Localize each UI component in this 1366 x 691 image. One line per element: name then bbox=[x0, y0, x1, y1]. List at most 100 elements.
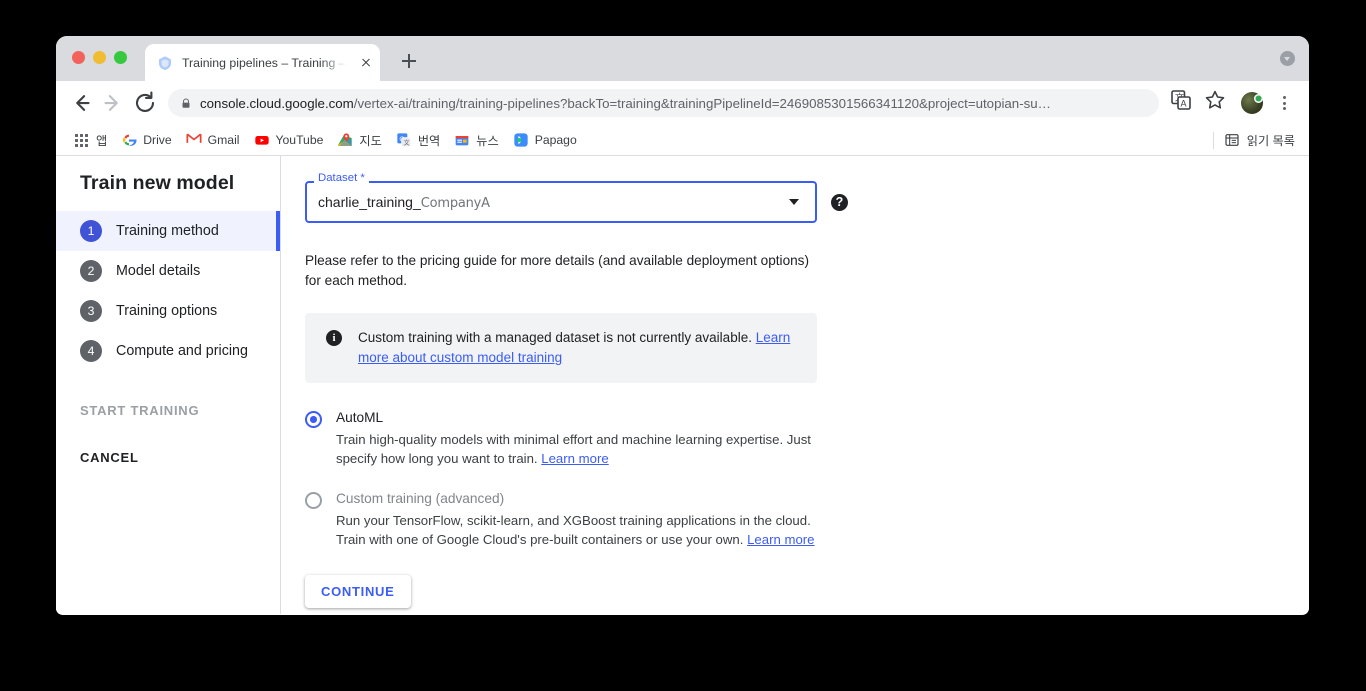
step-label: Training method bbox=[116, 223, 219, 239]
option-custom-training-body: Custom training (advanced) Run your Tens… bbox=[336, 490, 836, 549]
browser-window: Training pipelines – Training – V consol… bbox=[56, 36, 1309, 615]
bookmark-label: YouTube bbox=[275, 133, 324, 147]
bookmarks-bar-right: 읽기 목록 bbox=[1212, 131, 1299, 149]
bookmark-apps[interactable]: 앱 bbox=[68, 128, 115, 152]
window-traffic-lights bbox=[72, 51, 127, 64]
tab-strip: Training pipelines – Training – V bbox=[56, 36, 1309, 81]
sidebar-item-compute-and-pricing[interactable]: 4 Compute and pricing bbox=[56, 331, 280, 371]
option-custom-training-title: Custom training (advanced) bbox=[336, 491, 505, 506]
info-banner-text: Custom training with a managed dataset i… bbox=[358, 328, 801, 368]
star-icon[interactable] bbox=[1203, 88, 1233, 118]
tab-title: Training pipelines – Training – V bbox=[182, 55, 348, 70]
close-window-button[interactable] bbox=[72, 51, 85, 64]
reading-list-icon[interactable] bbox=[1224, 132, 1240, 148]
divider bbox=[1212, 131, 1214, 149]
page-content: Train new model 1 Training method 2 Mode… bbox=[56, 156, 1309, 614]
bookmark-label: 번역 bbox=[417, 134, 441, 148]
page-title: Train new model bbox=[80, 172, 235, 194]
automl-learn-more-link[interactable]: Learn more bbox=[541, 451, 608, 466]
option-automl-body: AutoML Train high-quality models with mi… bbox=[336, 409, 836, 468]
dataset-value: charlie_training_CompanyA bbox=[318, 194, 789, 211]
browser-toolbar: console.cloud.google.com/vertex-ai/train… bbox=[56, 81, 1309, 125]
address-bar[interactable]: console.cloud.google.com/vertex-ai/train… bbox=[168, 89, 1159, 117]
google-drive-icon bbox=[121, 132, 137, 148]
bookmark-label: 앱 bbox=[96, 134, 108, 148]
option-custom-desc-text: Run your TensorFlow, scikit-learn, and X… bbox=[336, 513, 811, 547]
kebab-menu-icon[interactable] bbox=[1271, 90, 1297, 116]
reading-list-label[interactable]: 읽기 목록 bbox=[1247, 131, 1295, 149]
dataset-select[interactable]: charlie_training_CompanyA bbox=[305, 181, 817, 223]
training-method-form: Dataset * charlie_training_CompanyA ? Pl… bbox=[281, 156, 1309, 614]
option-custom-training: Custom training (advanced) Run your Tens… bbox=[305, 490, 1309, 549]
bookmark-label: 지도 bbox=[359, 134, 382, 148]
bookmark-label: 뉴스 bbox=[476, 134, 499, 148]
step-label: Compute and pricing bbox=[116, 343, 248, 359]
continue-button[interactable]: CONTINUE bbox=[305, 575, 411, 608]
bookmark-gmail[interactable]: Gmail bbox=[180, 129, 248, 151]
wizard-steps: 1 Training method 2 Model details 3 Trai… bbox=[56, 211, 280, 371]
new-tab-button[interactable] bbox=[396, 48, 422, 74]
training-method-options: AutoML Train high-quality models with mi… bbox=[305, 409, 1309, 549]
maximize-window-button[interactable] bbox=[114, 51, 127, 64]
back-icon[interactable] bbox=[66, 88, 96, 118]
step-number: 4 bbox=[80, 340, 102, 362]
bookmark-label: Gmail bbox=[207, 133, 240, 147]
vertex-ai-favicon bbox=[157, 55, 173, 71]
user-avatar[interactable] bbox=[1241, 92, 1263, 114]
step-label: Training options bbox=[116, 303, 218, 319]
minimize-window-button[interactable] bbox=[93, 51, 106, 64]
radio-automl[interactable] bbox=[305, 411, 322, 428]
close-tab-icon[interactable] bbox=[357, 54, 374, 71]
start-training-button: START TRAINING bbox=[80, 403, 200, 418]
option-custom-training-description: Run your TensorFlow, scikit-learn, and X… bbox=[336, 511, 836, 549]
dataset-select-wrapper: Dataset * charlie_training_CompanyA ? bbox=[305, 172, 848, 223]
sidebar-item-training-method[interactable]: 1 Training method bbox=[56, 211, 280, 251]
bookmark-label: Papago bbox=[534, 133, 577, 147]
browser-tab-active[interactable]: Training pipelines – Training – V bbox=[145, 44, 380, 81]
step-number: 1 bbox=[80, 220, 102, 242]
radio-custom-training bbox=[305, 492, 322, 509]
dataset-value-suffix: CompanyA bbox=[420, 195, 490, 211]
step-number: 3 bbox=[80, 300, 102, 322]
chevron-down-icon[interactable] bbox=[789, 199, 799, 205]
bookmarks-bar: 앱 Drive Gmail YouTube 지도 文 번역 뉴스 Papago … bbox=[56, 125, 1309, 156]
translate-icon[interactable]: 文 A bbox=[1169, 88, 1199, 118]
google-translate-icon: G 文 bbox=[396, 132, 412, 148]
reload-icon[interactable] bbox=[130, 88, 160, 118]
sidebar-item-training-options[interactable]: 3 Training options bbox=[56, 291, 280, 331]
bookmark-news[interactable]: 뉴스 bbox=[448, 128, 506, 152]
bookmark-papago[interactable]: Papago bbox=[507, 129, 585, 151]
svg-text:A: A bbox=[1181, 98, 1187, 108]
bookmark-drive[interactable]: Drive bbox=[115, 129, 179, 151]
info-banner-message: Custom training with a managed dataset i… bbox=[358, 330, 752, 345]
bookmark-label: Drive bbox=[143, 133, 172, 147]
pricing-note: Please refer to the pricing guide for mo… bbox=[305, 253, 810, 288]
bookmark-translate[interactable]: G 文 번역 bbox=[390, 128, 448, 152]
bookmark-youtube[interactable]: YouTube bbox=[248, 129, 332, 151]
option-automl-description: Train high-quality models with minimal e… bbox=[336, 430, 836, 468]
apps-grid-icon bbox=[74, 132, 90, 148]
toolbar-right-actions: 文 A bbox=[1169, 88, 1297, 118]
google-news-icon bbox=[454, 132, 470, 148]
lock-icon bbox=[180, 97, 192, 110]
wizard-sidebar: Train new model 1 Training method 2 Mode… bbox=[56, 156, 281, 614]
dataset-field-label: Dataset * bbox=[314, 172, 369, 185]
google-maps-icon bbox=[337, 132, 353, 148]
dataset-value-prefix: charlie_training_ bbox=[318, 193, 421, 210]
sidebar-item-model-details[interactable]: 2 Model details bbox=[56, 251, 280, 291]
window-menu-icon[interactable] bbox=[1280, 51, 1295, 66]
option-automl[interactable]: AutoML Train high-quality models with mi… bbox=[305, 409, 1309, 468]
papago-icon bbox=[513, 132, 529, 148]
info-icon: i bbox=[326, 330, 342, 346]
forward-icon bbox=[98, 88, 128, 118]
bookmark-maps[interactable]: 지도 bbox=[331, 128, 389, 152]
cancel-button[interactable]: CANCEL bbox=[56, 450, 280, 465]
step-label: Model details bbox=[116, 263, 201, 279]
gmail-icon bbox=[186, 132, 202, 148]
help-icon[interactable]: ? bbox=[831, 194, 848, 211]
step-number: 2 bbox=[80, 260, 102, 282]
youtube-icon bbox=[254, 132, 270, 148]
url-path: /vertex-ai/training/training-pipelines?b… bbox=[353, 95, 1051, 111]
custom-training-learn-more-link[interactable]: Learn more bbox=[747, 532, 814, 547]
info-banner: i Custom training with a managed dataset… bbox=[305, 313, 817, 383]
